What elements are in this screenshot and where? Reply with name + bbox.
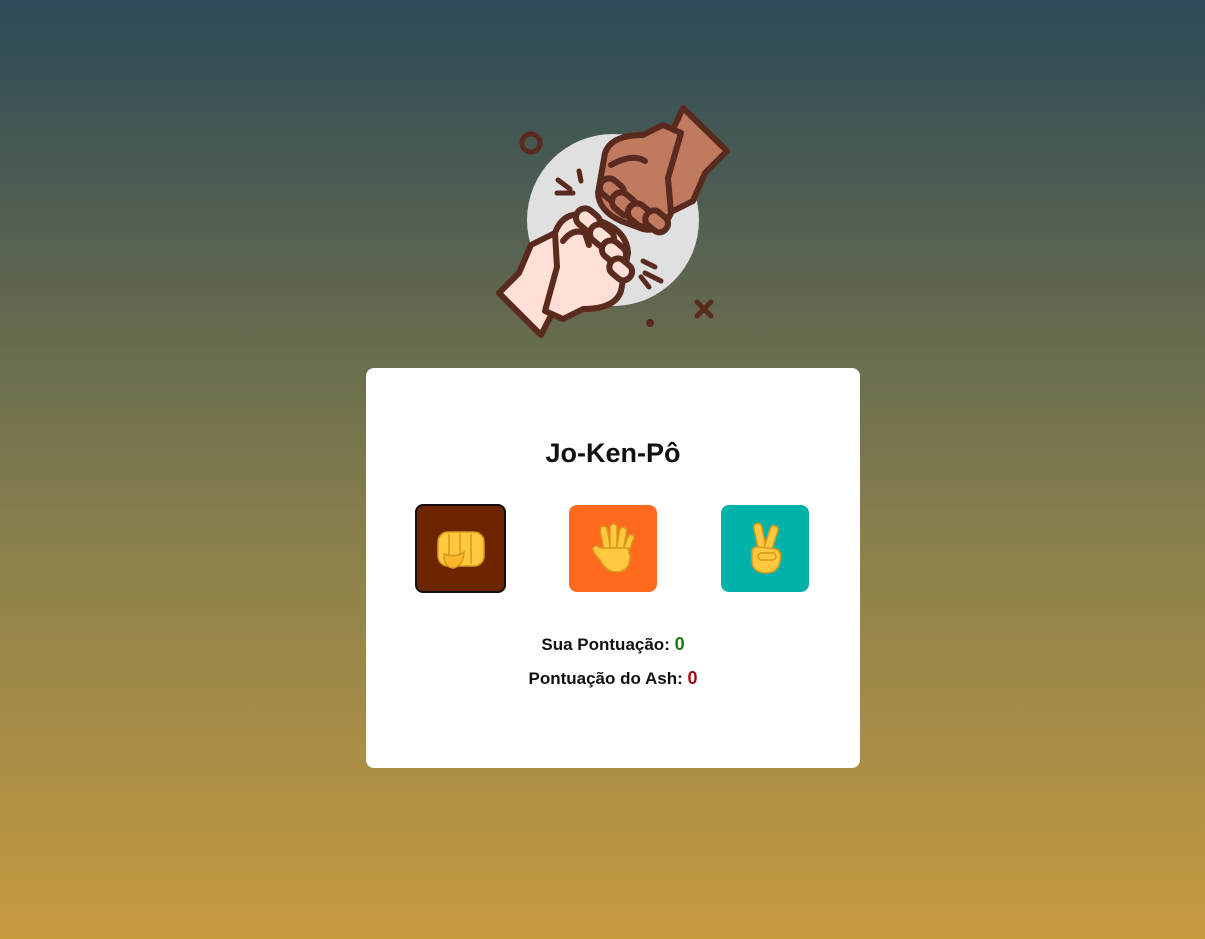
scissors-button[interactable] — [721, 505, 809, 592]
victory-hand-icon — [751, 521, 782, 574]
ash-score-label: Pontuação do Ash: — [528, 669, 683, 688]
rock-button[interactable] — [415, 504, 506, 593]
fist-icon — [436, 530, 485, 569]
player-score-label: Sua Pontuação: — [541, 635, 670, 654]
ash-score: Pontuação do Ash: 0 — [366, 668, 860, 689]
player-score-value: 0 — [674, 634, 685, 654]
paper-button[interactable] — [569, 505, 657, 592]
player-score: Sua Pontuação: 0 — [366, 634, 860, 655]
game-card: Jo-Ken-Pô Sua Pontuação: 0 Pontuação do … — [366, 368, 860, 768]
game-title: Jo-Ken-Pô — [545, 438, 681, 468]
open-hand-icon — [592, 522, 635, 573]
fist-bump-icon — [496, 105, 730, 338]
ash-score-value: 0 — [687, 668, 698, 688]
